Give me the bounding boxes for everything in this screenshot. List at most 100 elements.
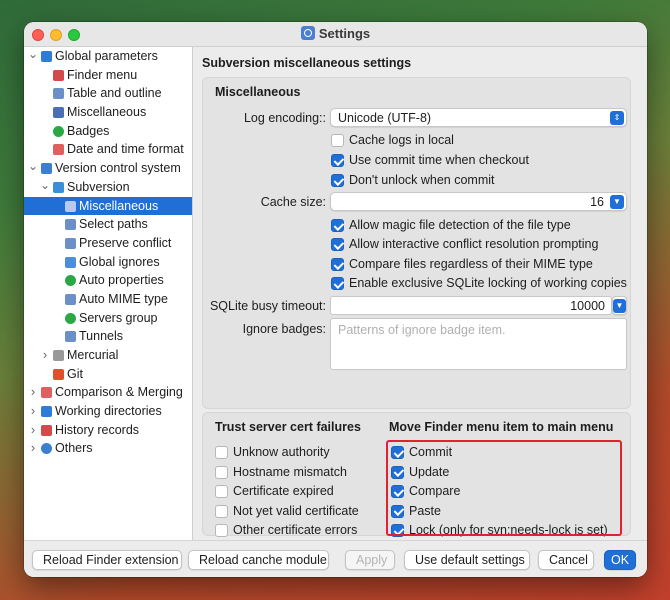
reload-cache-module-button[interactable]: Reload canche module xyxy=(188,550,329,570)
sidebar-item-miscellaneous[interactable]: Miscellaneous xyxy=(24,103,192,122)
sidebar-item-label: Version control system xyxy=(55,161,181,176)
chevron-down-icon: ▼ xyxy=(610,195,624,209)
sidebar-item-badges[interactable]: Badges xyxy=(24,122,192,141)
sidebar-item-label: Mercurial xyxy=(67,348,119,362)
chevron-down-icon[interactable]: ⌄ xyxy=(40,178,50,197)
sidebar-item-label: Global parameters xyxy=(55,49,158,63)
sidebar-item-mercurial[interactable]: › Mercurial xyxy=(24,346,192,365)
git-icon xyxy=(53,368,64,380)
log-encoding-select[interactable]: Unicode (UTF-8) ⇕ xyxy=(330,108,627,127)
sidebar-item-select-paths[interactable]: Select paths xyxy=(24,215,192,234)
sqlite-locking-checkbox[interactable] xyxy=(331,277,344,290)
sidebar-item-git[interactable]: Git xyxy=(24,365,192,384)
chevron-right-icon[interactable]: › xyxy=(28,421,38,440)
magic-detect-checkbox[interactable] xyxy=(331,219,344,232)
sidebar-item-label: Subversion xyxy=(67,179,130,194)
mime-icon xyxy=(65,293,76,305)
certificate-expired-checkbox[interactable] xyxy=(215,485,228,499)
sidebar-item-label: History records xyxy=(55,422,140,437)
chevron-right-icon[interactable]: › xyxy=(28,439,38,458)
sidebar-item-history-records[interactable]: › History records xyxy=(24,421,192,440)
sidebar-item-label: Select paths xyxy=(79,217,148,232)
pointer-icon xyxy=(53,69,64,81)
sidebar-item-global-ignores[interactable]: Global ignores xyxy=(24,253,192,272)
commit-time-label: Use commit time when checkout xyxy=(349,153,529,167)
sidebar-item-label: Miscellaneous xyxy=(67,105,147,120)
chevron-down-icon[interactable]: ⌄ xyxy=(28,159,38,178)
sidebar-item-label: Global ignores xyxy=(79,254,160,269)
dont-unlock-label: Don't unlock when commit xyxy=(349,173,495,187)
table-icon xyxy=(53,88,64,100)
compare-mime-label: Compare files regardless of their MIME t… xyxy=(349,257,593,271)
server-icon xyxy=(65,312,76,324)
ignore-badges-placeholder: Patterns of ignore badge item. xyxy=(338,323,506,337)
settings-sidebar: ⌄ Global parameters Finder menu Table and o… xyxy=(24,47,193,540)
sqlite-timeout-field[interactable]: 10000 xyxy=(330,296,612,315)
sidebar-item-label: Preserve conflict xyxy=(79,235,172,250)
checkbox-label: Not yet valid certificate xyxy=(233,503,359,518)
sidebar-item-global-parameters[interactable]: ⌄ Global parameters xyxy=(24,47,192,66)
ok-button[interactable]: OK xyxy=(604,550,636,570)
sidebar-item-tunnels[interactable]: Tunnels xyxy=(24,327,192,346)
cache-size-select[interactable]: 16 ▼ xyxy=(330,192,627,211)
chevron-right-icon[interactable]: › xyxy=(40,346,50,365)
sidebar-item-auto-properties[interactable]: Auto properties xyxy=(24,271,192,290)
checkbox-label: Other certificate errors xyxy=(233,523,358,538)
apply-button[interactable]: Apply xyxy=(345,550,395,570)
sidebar-item-miscellaneous[interactable]: Miscellaneous xyxy=(24,196,192,216)
checkbox-label: Certificate expired xyxy=(233,484,334,499)
properties-icon xyxy=(65,275,76,287)
sidebar-item-label: Working directories xyxy=(55,404,162,419)
badge-icon xyxy=(53,125,64,137)
sidebar-item-label: Auto MIME type xyxy=(79,291,168,306)
sidebar-item-others[interactable]: › Others xyxy=(24,439,192,458)
unknow-authority-checkbox[interactable] xyxy=(215,446,228,459)
magic-detect-label: Allow magic file detection of the file t… xyxy=(349,218,571,232)
reload-finder-extension-button[interactable]: Reload Finder extension xyxy=(32,550,182,570)
svn-icon xyxy=(53,181,64,193)
sidebar-item-label: Comparison & Merging xyxy=(55,385,183,400)
ignore-badges-input[interactable]: Patterns of ignore badge item. xyxy=(330,318,627,370)
chevron-down-icon[interactable]: ⌄ xyxy=(28,47,38,66)
checkbox-label: Hostname mismatch xyxy=(233,464,347,479)
highlight-box xyxy=(386,440,622,536)
sidebar-item-label: Others xyxy=(55,441,93,456)
other-certificate-errors-checkbox[interactable] xyxy=(215,524,228,538)
sidebar-item-auto-mime-type[interactable]: Auto MIME type xyxy=(24,290,192,309)
sidebar-item-subversion[interactable]: ⌄ Subversion xyxy=(24,178,192,197)
sidebar-item-label: Servers group xyxy=(79,310,158,325)
sidebar-item-date-and-time-format[interactable]: Date and time format xyxy=(24,140,192,159)
cache-logs-checkbox[interactable] xyxy=(331,134,344,147)
use-default-settings-button[interactable]: Use default settings xyxy=(404,550,530,570)
sidebar-item-preserve-conflict[interactable]: Preserve conflict xyxy=(24,234,192,253)
sidebar-item-servers-group[interactable]: Servers group xyxy=(24,309,192,328)
interactive-conflict-label: Allow interactive conflict resolution pr… xyxy=(349,237,599,251)
sidebar-item-label: Tunnels xyxy=(79,329,124,344)
cancel-button[interactable]: Cancel xyxy=(538,550,594,570)
miscellaneous-group: Miscellaneous Log encoding:: Unicode (UT… xyxy=(202,77,631,409)
hostname-mismatch-checkbox[interactable] xyxy=(215,465,228,479)
commit-time-checkbox[interactable] xyxy=(331,154,344,167)
log-encoding-value: Unicode (UTF-8) xyxy=(338,111,432,125)
sidebar-item-working-directories[interactable]: › Working directories xyxy=(24,402,192,421)
compare-mime-checkbox[interactable] xyxy=(331,258,344,271)
list-icon xyxy=(65,219,76,231)
calendar-icon xyxy=(53,144,64,156)
others-icon xyxy=(41,443,52,455)
app-icon xyxy=(300,26,315,40)
chevron-right-icon[interactable]: › xyxy=(28,383,38,402)
sidebar-item-table-and-outline[interactable]: Table and outline xyxy=(24,84,192,103)
cache-size-value: 16 xyxy=(590,195,604,209)
chevron-right-icon[interactable]: › xyxy=(28,402,38,421)
sidebar-item-comparison-merging[interactable]: › Comparison & Merging xyxy=(24,383,192,402)
not-yet-valid-certificate-checkbox[interactable] xyxy=(215,504,228,518)
sidebar-item-label: Table and outline xyxy=(67,86,162,101)
sidebar-item-label: Auto properties xyxy=(79,273,164,288)
chevron-updown-icon: ⇕ xyxy=(610,111,624,125)
dont-unlock-checkbox[interactable] xyxy=(331,174,344,187)
sidebar-item-version-control-system[interactable]: ⌄ Version control system xyxy=(24,159,192,178)
interactive-conflict-checkbox[interactable] xyxy=(331,238,344,251)
ignore-icon xyxy=(65,256,76,268)
sidebar-item-finder-menu[interactable]: Finder menu xyxy=(24,66,192,85)
sqlite-timeout-stepper[interactable]: ▼ xyxy=(612,296,627,315)
